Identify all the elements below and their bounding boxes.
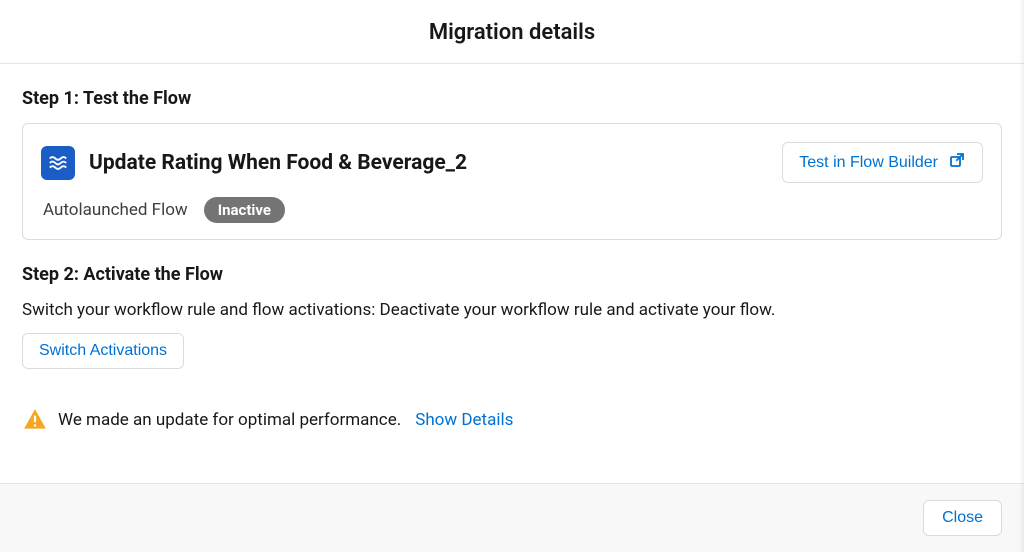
flow-card: Update Rating When Food & Beverage_2 Tes… — [22, 123, 1002, 240]
notice-text: We made an update for optimal performanc… — [58, 410, 401, 430]
step2-description: Switch your workflow rule and flow activ… — [22, 299, 1002, 323]
close-button[interactable]: Close — [923, 500, 1002, 536]
flow-card-bottom: Autolaunched Flow Inactive — [41, 197, 983, 223]
flow-title-wrap: Update Rating When Food & Beverage_2 — [41, 146, 467, 180]
modal-body: Step 1: Test the Flow Update Rating When… — [0, 64, 1024, 453]
test-in-flow-builder-button[interactable]: Test in Flow Builder — [782, 142, 983, 183]
warning-icon — [22, 407, 48, 433]
external-link-icon — [948, 151, 966, 174]
step2-heading: Step 2: Activate the Flow — [22, 264, 1002, 285]
test-button-label: Test in Flow Builder — [799, 154, 938, 172]
flow-type-label: Autolaunched Flow — [43, 200, 188, 220]
performance-notice: We made an update for optimal performanc… — [22, 407, 1002, 433]
show-details-link[interactable]: Show Details — [415, 410, 513, 430]
modal-title: Migration details — [0, 20, 1024, 45]
flow-name: Update Rating When Food & Beverage_2 — [89, 151, 467, 175]
flow-card-top: Update Rating When Food & Beverage_2 Tes… — [41, 142, 983, 183]
modal-footer: Close — [0, 483, 1024, 552]
switch-activations-button[interactable]: Switch Activations — [22, 333, 184, 369]
modal-header: Migration details — [0, 0, 1024, 64]
status-badge: Inactive — [204, 197, 285, 223]
flow-icon — [41, 146, 75, 180]
step1-heading: Step 1: Test the Flow — [22, 88, 1002, 109]
